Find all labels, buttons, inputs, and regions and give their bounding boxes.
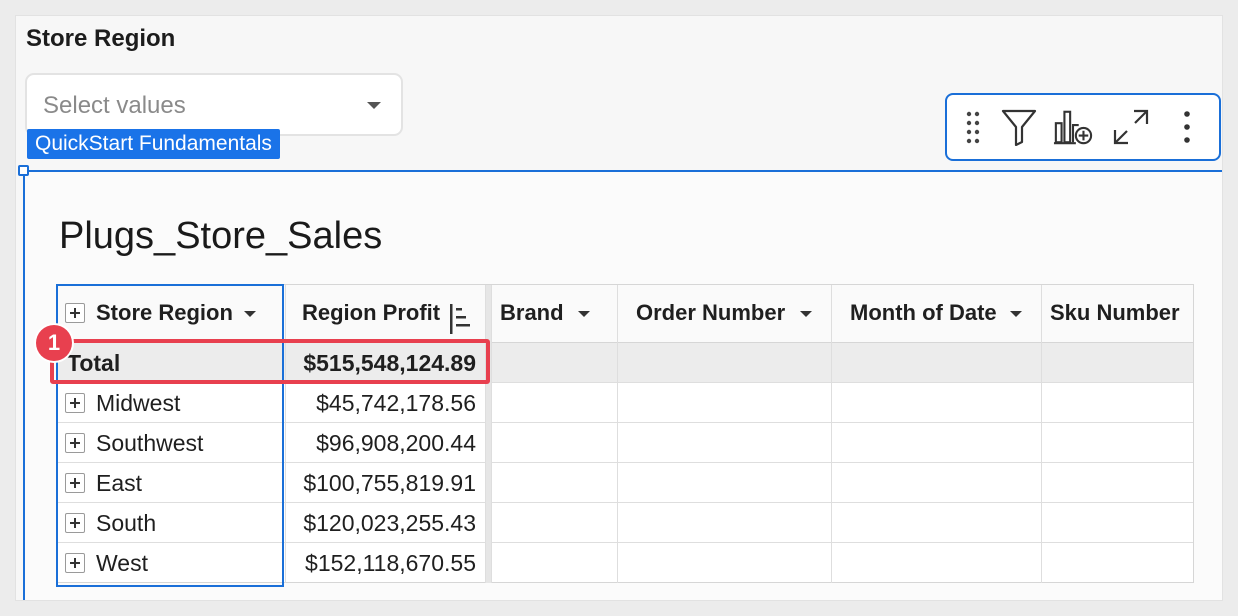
- expand-icon[interactable]: [1111, 107, 1151, 147]
- select-values-dropdown[interactable]: Select values: [25, 73, 403, 136]
- table-header-row: Store Region Region Profit Brand Order N…: [58, 285, 1193, 343]
- column-header-label: Region Profit: [302, 300, 441, 325]
- table-row: West $152,118,670.55: [58, 543, 1193, 583]
- column-header-order-number[interactable]: Order Number: [618, 285, 832, 343]
- region-label: Midwest: [96, 390, 181, 416]
- column-header-region-profit[interactable]: Region Profit: [286, 285, 486, 343]
- region-profit: $100,755,819.91: [286, 463, 486, 503]
- column-header-sku-number[interactable]: Sku Number: [1042, 285, 1193, 343]
- dashboard-panel: Store Region Select values QuickStart Fu…: [16, 16, 1222, 600]
- expand-plus-icon[interactable]: [65, 433, 85, 453]
- caret-down-icon[interactable]: [1010, 311, 1022, 317]
- column-header-label: Order Number: [636, 300, 786, 325]
- table-row: Southwest $96,908,200.44: [58, 423, 1193, 463]
- column-header-label: Month of Date: [850, 300, 997, 325]
- caret-down-icon: [367, 102, 381, 109]
- resize-handle[interactable]: [18, 165, 29, 176]
- expand-plus-icon[interactable]: [65, 473, 85, 493]
- drag-handle-icon[interactable]: [953, 107, 993, 147]
- region-profit: $120,023,255.43: [286, 503, 486, 543]
- data-table: Store Region Region Profit Brand Order N…: [57, 284, 1194, 583]
- region-profit: $96,908,200.44: [286, 423, 486, 463]
- column-header-label: Brand: [500, 300, 564, 325]
- workbook-tag: QuickStart Fundamentals: [27, 129, 280, 159]
- filter-icon[interactable]: [999, 107, 1039, 147]
- expand-plus-icon[interactable]: [65, 513, 85, 533]
- caret-down-icon[interactable]: [244, 311, 256, 317]
- select-placeholder: Select values: [43, 92, 186, 119]
- table-row: East $100,755,819.91: [58, 463, 1193, 503]
- expand-plus-icon[interactable]: [65, 393, 85, 413]
- column-header-month-of-date[interactable]: Month of Date: [832, 285, 1042, 343]
- control-title: Store Region: [26, 25, 176, 52]
- table-row-total: Total $515,548,124.89: [58, 343, 1193, 383]
- table-row: Midwest $45,742,178.56: [58, 383, 1193, 423]
- more-vert-icon[interactable]: [1167, 107, 1207, 147]
- expand-plus-icon[interactable]: [65, 303, 85, 323]
- column-header-label: Store Region: [96, 300, 233, 325]
- region-profit: $45,742,178.56: [286, 383, 486, 423]
- region-label: Southwest: [96, 430, 204, 456]
- column-header-brand[interactable]: Brand: [492, 285, 618, 343]
- region-label: South: [96, 510, 157, 536]
- region-profit: $152,118,670.55: [286, 543, 486, 583]
- annotation-badge: 1: [36, 325, 72, 361]
- table-title: Plugs_Store_Sales: [59, 215, 383, 257]
- sort-icon[interactable]: [448, 299, 476, 343]
- expand-plus-icon[interactable]: [65, 553, 85, 573]
- region-label: East: [96, 470, 143, 496]
- total-label: Total: [58, 343, 286, 383]
- column-header-label: Sku Number: [1050, 300, 1180, 325]
- total-profit: $515,548,124.89: [286, 343, 486, 383]
- add-chart-icon[interactable]: [1053, 107, 1093, 147]
- region-label: West: [96, 550, 148, 576]
- caret-down-icon[interactable]: [578, 311, 590, 317]
- column-header-store-region[interactable]: Store Region: [58, 285, 286, 343]
- element-toolbar: [945, 93, 1221, 161]
- table-row: South $120,023,255.43: [58, 503, 1193, 543]
- caret-down-icon[interactable]: [800, 311, 812, 317]
